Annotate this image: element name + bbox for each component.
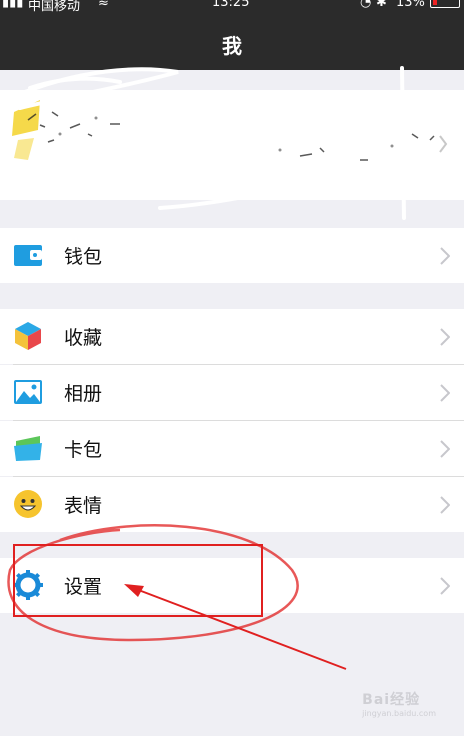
arrow-head <box>124 584 144 597</box>
annotation-overlay <box>7 524 347 670</box>
highlight-circle <box>7 524 299 642</box>
highlight-box <box>13 544 263 617</box>
watermark-url: jingyan.baidu.com <box>362 709 436 718</box>
watermark-brand: Bai经验 <box>362 692 421 708</box>
baidu-watermark: Bai经验 jingyan.baidu.com <box>362 689 436 718</box>
arrow-line <box>127 585 347 670</box>
